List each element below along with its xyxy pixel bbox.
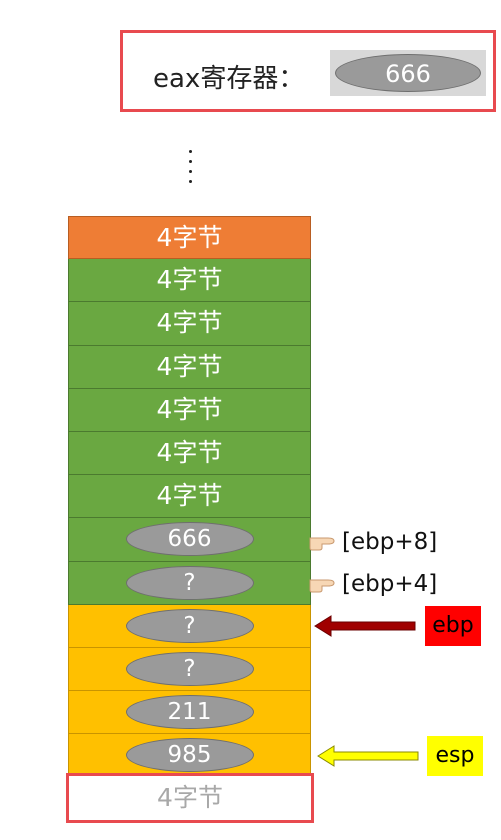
- stack-cell: 4字节: [68, 216, 311, 260]
- stack-cell-label: 4字节: [156, 351, 223, 381]
- stack-cell-label: 4字节: [156, 265, 223, 295]
- stack-cell: 4字节: [68, 431, 311, 476]
- stack-cell-value: ?: [125, 651, 254, 686]
- stack-cell: ?: [68, 561, 311, 605]
- stack-cell: 4字节: [68, 302, 311, 346]
- ebp-tag: ebp: [425, 606, 481, 646]
- stack-cell-label: 4字节: [156, 437, 223, 467]
- stack-cell-label: 4字节: [156, 394, 223, 424]
- stack-cell-label: 4字节: [156, 308, 223, 338]
- stack-cell: ?: [68, 604, 311, 648]
- stack-cell-value: 666: [125, 522, 254, 557]
- ebp-plus-4-label: [ebp+4]: [342, 571, 438, 597]
- stack-cell: ?: [68, 647, 311, 692]
- stack-cell-value: ?: [125, 608, 254, 643]
- stack-cell-label: 4字节: [156, 481, 223, 511]
- stack-cell-value: ?: [125, 565, 254, 600]
- stack-cell: 4字节: [68, 388, 311, 432]
- stack-cell: 666: [68, 518, 311, 562]
- stack-cell: 4字节: [68, 259, 311, 303]
- esp-arrow-icon: [317, 745, 419, 767]
- eax-register-value: 666: [335, 54, 481, 92]
- stack-cell: 4字节: [68, 345, 311, 389]
- stack-cell-value: 211: [125, 695, 254, 730]
- ebp-arrow-icon: [314, 615, 416, 637]
- stack-memory: 4字节 4字节 4字节 4字节 4字节 4字节 4字节 666??? 211 985: [68, 216, 311, 778]
- hand-pointing-icon: [309, 579, 335, 593]
- hand-pointing-icon: [309, 537, 335, 551]
- esp-tag: esp: [427, 736, 483, 776]
- next-slot-label: 4字节: [157, 783, 223, 812]
- stack-cell: 211: [68, 691, 311, 735]
- ellipsis-dots: [185, 150, 195, 194]
- ebp-plus-8-label: [ebp+8]: [342, 529, 438, 555]
- stack-cell-label: 4字节: [156, 223, 223, 252]
- eax-register-label: eax寄存器：: [153, 64, 305, 94]
- stack-cell-value: 985: [125, 738, 254, 773]
- stack-cell: 4字节: [68, 475, 311, 519]
- stack-cell: 985: [68, 734, 311, 778]
